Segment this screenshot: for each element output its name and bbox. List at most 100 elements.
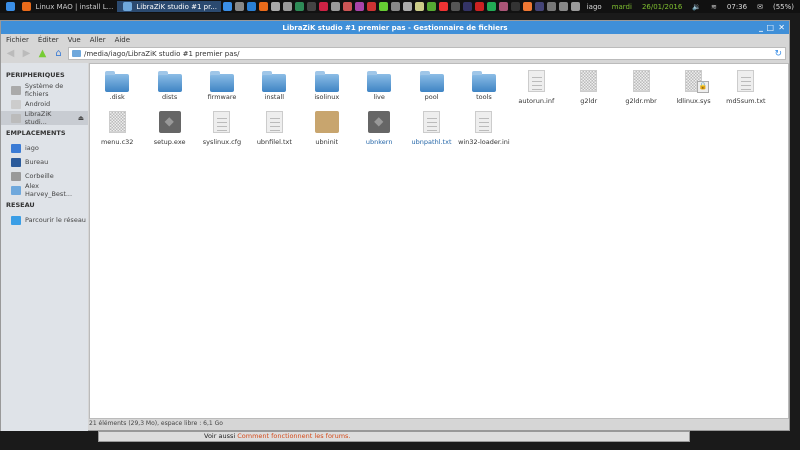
launcher-icon[interactable] bbox=[414, 2, 424, 11]
file-item[interactable]: autorun.inf bbox=[510, 70, 562, 105]
launcher-icon[interactable] bbox=[402, 2, 412, 11]
sidebar-item-label: Android bbox=[25, 100, 51, 108]
launcher-icon[interactable] bbox=[234, 2, 244, 11]
volume-icon[interactable]: 🔉 bbox=[692, 3, 701, 11]
location-bar[interactable]: /media/iago/LibraZiK studio #1 premier p… bbox=[68, 47, 786, 60]
file-item[interactable]: setup.exe bbox=[143, 111, 195, 146]
launcher-icon[interactable] bbox=[486, 2, 496, 11]
sidebar-item[interactable]: LibraZiK studi... ⏏ bbox=[1, 110, 88, 126]
background-window[interactable]: Voir aussi Comment fonctionnent les foru… bbox=[98, 431, 690, 442]
back-icon[interactable]: ◀ bbox=[4, 47, 17, 60]
file-item[interactable]: firmware bbox=[196, 70, 248, 105]
file-name: firmware bbox=[207, 93, 237, 101]
launcher-icon[interactable] bbox=[558, 2, 568, 11]
home-icon[interactable]: ⌂ bbox=[52, 47, 65, 60]
launcher-icon[interactable] bbox=[222, 2, 232, 11]
launcher-icon[interactable] bbox=[498, 2, 508, 11]
sidebar-item[interactable]: Système de fichiers bbox=[1, 82, 88, 98]
file-item[interactable]: md5sum.txt bbox=[720, 70, 772, 105]
launcher-icon[interactable] bbox=[426, 2, 436, 11]
task-file-manager[interactable]: LibraZiK studio #1 pr... bbox=[117, 1, 222, 12]
close-button[interactable]: ✕ bbox=[778, 23, 785, 32]
file-item[interactable]: 🔒 ldlinux.sys bbox=[667, 70, 719, 105]
launcher-icon[interactable] bbox=[378, 2, 388, 11]
launcher-icon[interactable] bbox=[258, 2, 268, 11]
sidebar-item[interactable]: Parcourir le réseau bbox=[1, 213, 88, 227]
file-name: setup.exe bbox=[153, 138, 186, 146]
file-item[interactable]: g2ldr bbox=[563, 70, 615, 105]
launcher-icon[interactable] bbox=[306, 2, 316, 11]
file-name: md5sum.txt bbox=[726, 97, 766, 105]
launcher-icon[interactable] bbox=[450, 2, 460, 11]
eject-icon[interactable]: ⏏ bbox=[78, 114, 84, 122]
file-manager-window: LibraZiK studio #1 premier pas - Gestion… bbox=[0, 20, 790, 431]
file-item[interactable]: pool bbox=[405, 70, 457, 105]
file-view[interactable]: .disk dists firmware install isolinux live poo… bbox=[89, 63, 789, 419]
launcher-icon[interactable] bbox=[354, 2, 364, 11]
file-item[interactable]: live bbox=[353, 70, 405, 105]
file-item[interactable]: syslinux.cfg bbox=[196, 111, 248, 146]
sidebar-item[interactable]: iago bbox=[1, 141, 88, 155]
file-item[interactable]: isolinux bbox=[301, 70, 353, 105]
launcher-icon[interactable] bbox=[462, 2, 472, 11]
sidebar-item[interactable]: Corbeille bbox=[1, 169, 88, 183]
file-item[interactable]: tools bbox=[458, 70, 510, 105]
sidebar-item[interactable]: Alex Harvey_Best... bbox=[1, 182, 88, 198]
launcher-icon[interactable] bbox=[438, 2, 448, 11]
launcher-icon[interactable] bbox=[342, 2, 352, 11]
launcher-icon[interactable] bbox=[294, 2, 304, 11]
reload-icon[interactable]: ↻ bbox=[774, 49, 782, 59]
menu-aller[interactable]: Aller bbox=[90, 36, 106, 44]
file-name: pool bbox=[424, 93, 439, 101]
launcher-icon[interactable] bbox=[570, 2, 580, 11]
file-name: g2ldr bbox=[580, 97, 598, 105]
launcher-icon[interactable] bbox=[318, 2, 328, 11]
date[interactable]: 26/01/2016 bbox=[642, 3, 682, 11]
title-bar[interactable]: LibraZiK studio #1 premier pas - Gestion… bbox=[1, 21, 789, 34]
launcher-icon[interactable] bbox=[270, 2, 280, 11]
minimize-button[interactable]: _ bbox=[759, 23, 763, 32]
menu-editer[interactable]: Éditer bbox=[38, 36, 59, 44]
location-path[interactable]: /media/iago/LibraZiK studio #1 premier p… bbox=[84, 50, 240, 58]
menu-fichier[interactable]: Fichier bbox=[6, 36, 29, 44]
sidebar-item[interactable]: Android bbox=[1, 97, 88, 111]
launcher-icon[interactable] bbox=[522, 2, 532, 11]
file-item[interactable]: dists bbox=[143, 70, 195, 105]
file-item[interactable]: ubnkern bbox=[353, 111, 405, 146]
file-item[interactable]: ubnfilel.txt bbox=[248, 111, 300, 146]
day: mardi bbox=[611, 2, 632, 11]
launcher-icon[interactable] bbox=[534, 2, 544, 11]
maximize-button[interactable]: □ bbox=[766, 23, 774, 32]
launcher-icon[interactable] bbox=[510, 2, 520, 11]
task-firefox[interactable]: Linux MAO | install L... bbox=[17, 1, 118, 12]
launcher-icon[interactable] bbox=[330, 2, 340, 11]
file-item[interactable]: win32-loader.ini bbox=[458, 111, 510, 146]
launcher-icon[interactable] bbox=[246, 2, 256, 11]
file-item[interactable]: ubnpathl.txt bbox=[405, 111, 457, 146]
file-item[interactable]: ubninit bbox=[301, 111, 353, 146]
launcher-icon[interactable] bbox=[474, 2, 484, 11]
launcher-icon[interactable] bbox=[546, 2, 556, 11]
mail-icon[interactable]: ✉ bbox=[757, 3, 763, 11]
menu-icon[interactable] bbox=[6, 2, 15, 11]
menu-aide[interactable]: Aide bbox=[115, 36, 130, 44]
file-item[interactable]: g2ldr.mbr bbox=[615, 70, 667, 105]
doc-icon bbox=[423, 111, 441, 133]
folder-icon bbox=[105, 71, 130, 92]
file-item[interactable]: menu.c32 bbox=[91, 111, 143, 146]
forward-icon[interactable]: ▶ bbox=[20, 47, 33, 60]
menu-vue[interactable]: Vue bbox=[68, 36, 81, 44]
wifi-icon[interactable]: ≋ bbox=[711, 3, 717, 11]
file-item[interactable]: install bbox=[248, 70, 300, 105]
file-item[interactable]: .disk bbox=[91, 70, 143, 105]
sidebar-item[interactable]: Bureau bbox=[1, 155, 88, 169]
battery[interactable]: (55%) bbox=[773, 3, 794, 11]
launcher-icon[interactable] bbox=[282, 2, 292, 11]
file-name: win32-loader.ini bbox=[458, 138, 510, 146]
clock[interactable]: 07:36 bbox=[727, 3, 747, 11]
user-name[interactable]: iago bbox=[587, 3, 602, 11]
parent-folder-icon[interactable]: ▲ bbox=[36, 47, 49, 60]
forum-link[interactable]: Comment fonctionnent les forums. bbox=[237, 432, 350, 440]
launcher-icon[interactable] bbox=[366, 2, 376, 11]
launcher-icon[interactable] bbox=[390, 2, 400, 11]
